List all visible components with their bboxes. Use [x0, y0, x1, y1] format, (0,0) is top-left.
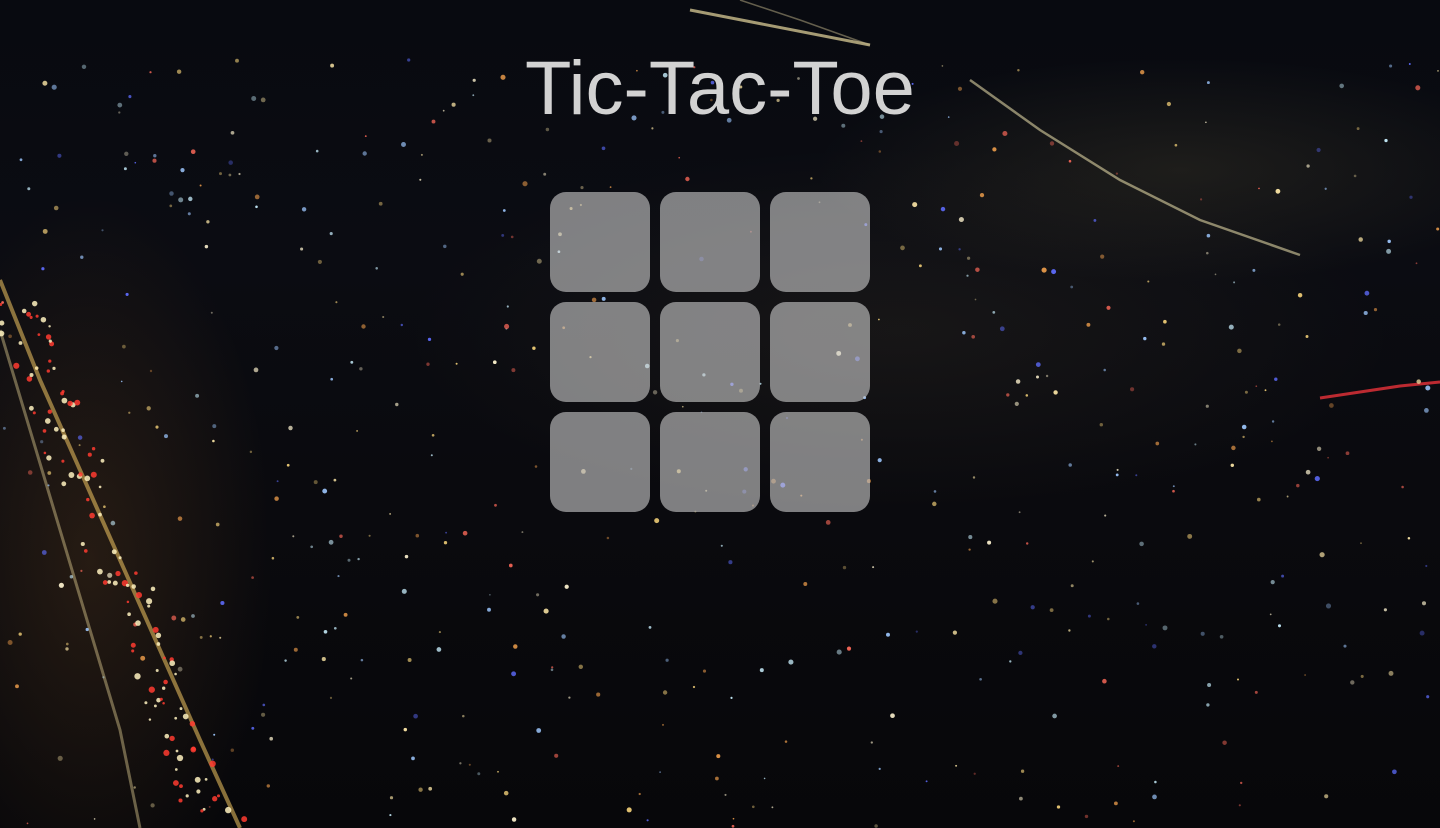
board-cell[interactable]: [550, 412, 650, 512]
board-cell[interactable]: [660, 302, 760, 402]
game-title: Tic-Tac-Toe: [525, 46, 915, 131]
board-cell[interactable]: [550, 302, 650, 402]
board-cell[interactable]: [550, 192, 650, 292]
board-cell[interactable]: [770, 192, 870, 292]
game-screen: Tic-Tac-Toe: [0, 0, 1440, 828]
board-cell[interactable]: [660, 412, 760, 512]
board-cell[interactable]: [770, 412, 870, 512]
board-cell[interactable]: [770, 302, 870, 402]
board-cell[interactable]: [660, 192, 760, 292]
game-board: [550, 192, 870, 512]
